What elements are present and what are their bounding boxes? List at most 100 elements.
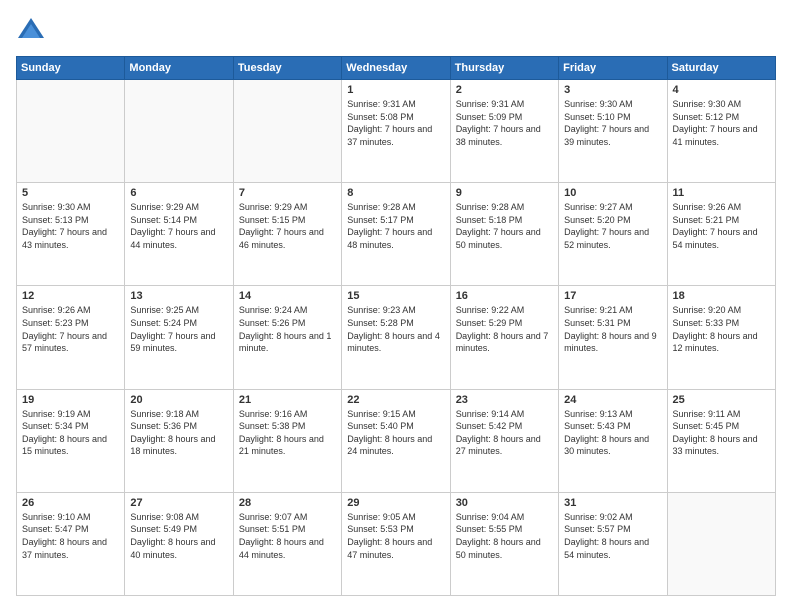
day-number: 7	[239, 187, 336, 199]
day-number: 30	[456, 497, 553, 509]
day-number: 10	[564, 187, 661, 199]
calendar-cell: 4 Sunrise: 9:30 AM Sunset: 5:12 PM Daylig…	[667, 80, 775, 183]
calendar-week-5: 26 Sunrise: 9:10 AM Sunset: 5:47 PM Dayli…	[17, 492, 776, 595]
day-number: 21	[239, 394, 336, 406]
calendar-cell: 25 Sunrise: 9:11 AM Sunset: 5:45 PM Dayli…	[667, 389, 775, 492]
calendar-cell: 7 Sunrise: 9:29 AM Sunset: 5:15 PM Daylig…	[233, 183, 341, 286]
calendar-cell: 21 Sunrise: 9:16 AM Sunset: 5:38 PM Dayli…	[233, 389, 341, 492]
day-number: 27	[130, 497, 227, 509]
day-number: 22	[347, 394, 444, 406]
day-info: Sunrise: 9:15 AM Sunset: 5:40 PM Dayligh…	[347, 408, 444, 458]
day-number: 20	[130, 394, 227, 406]
day-number: 25	[673, 394, 770, 406]
day-info: Sunrise: 9:30 AM Sunset: 5:12 PM Dayligh…	[673, 98, 770, 148]
calendar-cell: 27 Sunrise: 9:08 AM Sunset: 5:49 PM Dayli…	[125, 492, 233, 595]
day-info: Sunrise: 9:19 AM Sunset: 5:34 PM Dayligh…	[22, 408, 119, 458]
calendar-cell: 5 Sunrise: 9:30 AM Sunset: 5:13 PM Daylig…	[17, 183, 125, 286]
day-info: Sunrise: 9:26 AM Sunset: 5:23 PM Dayligh…	[22, 304, 119, 354]
day-number: 14	[239, 290, 336, 302]
day-info: Sunrise: 9:26 AM Sunset: 5:21 PM Dayligh…	[673, 201, 770, 251]
day-number: 2	[456, 84, 553, 96]
calendar-cell: 22 Sunrise: 9:15 AM Sunset: 5:40 PM Dayli…	[342, 389, 450, 492]
day-info: Sunrise: 9:16 AM Sunset: 5:38 PM Dayligh…	[239, 408, 336, 458]
calendar-cell: 3Sunrise: 9:30 AM Sunset: 5:10 PM Daylig…	[559, 80, 667, 183]
day-info: Sunrise: 9:18 AM Sunset: 5:36 PM Dayligh…	[130, 408, 227, 458]
calendar-week-1: 1 Sunrise: 9:31 AM Sunset: 5:08 PM Daylig…	[17, 80, 776, 183]
weekday-header-tuesday: Tuesday	[233, 57, 341, 80]
day-info: Sunrise: 9:04 AM Sunset: 5:55 PM Dayligh…	[456, 511, 553, 561]
day-number: 13	[130, 290, 227, 302]
day-number: 28	[239, 497, 336, 509]
calendar-cell: 20 Sunrise: 9:18 AM Sunset: 5:36 PM Dayli…	[125, 389, 233, 492]
day-number: 15	[347, 290, 444, 302]
day-number: 11	[673, 187, 770, 199]
day-number: 6	[130, 187, 227, 199]
calendar-cell: 26 Sunrise: 9:10 AM Sunset: 5:47 PM Dayli…	[17, 492, 125, 595]
calendar-cell: 30 Sunrise: 9:04 AM Sunset: 5:55 PM Dayli…	[450, 492, 558, 595]
day-number: 12	[22, 290, 119, 302]
day-info: Sunrise: 9:08 AM Sunset: 5:49 PM Dayligh…	[130, 511, 227, 561]
weekday-header-saturday: Saturday	[667, 57, 775, 80]
calendar-cell: 28 Sunrise: 9:07 AM Sunset: 5:51 PM Dayli…	[233, 492, 341, 595]
day-info: Sunrise: 9:31 AM Sunset: 5:09 PM Dayligh…	[456, 98, 553, 148]
day-number: 5	[22, 187, 119, 199]
day-info: Sunrise: 9:21 AM Sunset: 5:31 PM Dayligh…	[564, 304, 661, 354]
day-info: Sunrise: 9:27 AM Sunset: 5:20 PM Dayligh…	[564, 201, 661, 251]
weekday-header-row: SundayMondayTuesdayWednesdayThursdayFrid…	[17, 57, 776, 80]
day-info: Sunrise: 9:20 AM Sunset: 5:33 PM Dayligh…	[673, 304, 770, 354]
day-number: 18	[673, 290, 770, 302]
calendar-cell: 1 Sunrise: 9:31 AM Sunset: 5:08 PM Daylig…	[342, 80, 450, 183]
day-info: Sunrise: 9:11 AM Sunset: 5:45 PM Dayligh…	[673, 408, 770, 458]
day-info: Sunrise: 9:07 AM Sunset: 5:51 PM Dayligh…	[239, 511, 336, 561]
day-info: Sunrise: 9:29 AM Sunset: 5:15 PM Dayligh…	[239, 201, 336, 251]
weekday-header-wednesday: Wednesday	[342, 57, 450, 80]
day-number: 1	[347, 84, 444, 96]
day-info: Sunrise: 9:30 AM Sunset: 5:10 PM Dayligh…	[564, 98, 661, 148]
day-info: Sunrise: 9:30 AM Sunset: 5:13 PM Dayligh…	[22, 201, 119, 251]
day-info: Sunrise: 9:31 AM Sunset: 5:08 PM Dayligh…	[347, 98, 444, 148]
day-number: 17	[564, 290, 661, 302]
calendar-cell: 9Sunrise: 9:28 AM Sunset: 5:18 PM Daylig…	[450, 183, 558, 286]
header	[16, 16, 776, 46]
calendar-cell: 2 Sunrise: 9:31 AM Sunset: 5:09 PM Daylig…	[450, 80, 558, 183]
calendar-cell: 10 Sunrise: 9:27 AM Sunset: 5:20 PM Dayli…	[559, 183, 667, 286]
day-info: Sunrise: 9:05 AM Sunset: 5:53 PM Dayligh…	[347, 511, 444, 561]
weekday-header-monday: Monday	[125, 57, 233, 80]
calendar-cell: 18 Sunrise: 9:20 AM Sunset: 5:33 PM Dayli…	[667, 286, 775, 389]
calendar-cell: 19 Sunrise: 9:19 AM Sunset: 5:34 PM Dayli…	[17, 389, 125, 492]
calendar-cell: 31 Sunrise: 9:02 AM Sunset: 5:57 PM Dayli…	[559, 492, 667, 595]
calendar-cell	[17, 80, 125, 183]
day-number: 9	[456, 187, 553, 199]
day-info: Sunrise: 9:24 AM Sunset: 5:26 PM Dayligh…	[239, 304, 336, 354]
calendar-week-4: 19 Sunrise: 9:19 AM Sunset: 5:34 PM Dayli…	[17, 389, 776, 492]
calendar-week-2: 5 Sunrise: 9:30 AM Sunset: 5:13 PM Daylig…	[17, 183, 776, 286]
day-number: 23	[456, 394, 553, 406]
logo-icon	[16, 16, 46, 46]
calendar-cell: 17 Sunrise: 9:21 AM Sunset: 5:31 PM Dayli…	[559, 286, 667, 389]
day-number: 26	[22, 497, 119, 509]
day-number: 31	[564, 497, 661, 509]
calendar-cell: 23 Sunrise: 9:14 AM Sunset: 5:42 PM Dayli…	[450, 389, 558, 492]
day-number: 4	[673, 84, 770, 96]
day-number: 29	[347, 497, 444, 509]
weekday-header-thursday: Thursday	[450, 57, 558, 80]
day-info: Sunrise: 9:10 AM Sunset: 5:47 PM Dayligh…	[22, 511, 119, 561]
calendar-cell: 11 Sunrise: 9:26 AM Sunset: 5:21 PM Dayli…	[667, 183, 775, 286]
calendar-cell	[667, 492, 775, 595]
day-number: 19	[22, 394, 119, 406]
day-info: Sunrise: 9:23 AM Sunset: 5:28 PM Dayligh…	[347, 304, 444, 354]
day-info: Sunrise: 9:14 AM Sunset: 5:42 PM Dayligh…	[456, 408, 553, 458]
calendar-cell	[125, 80, 233, 183]
calendar-cell	[233, 80, 341, 183]
calendar-cell: 12 Sunrise: 9:26 AM Sunset: 5:23 PM Dayli…	[17, 286, 125, 389]
day-info: Sunrise: 9:02 AM Sunset: 5:57 PM Dayligh…	[564, 511, 661, 561]
calendar-cell: 13Sunrise: 9:25 AM Sunset: 5:24 PM Dayli…	[125, 286, 233, 389]
weekday-header-friday: Friday	[559, 57, 667, 80]
calendar-header: SundayMondayTuesdayWednesdayThursdayFrid…	[17, 57, 776, 80]
day-number: 24	[564, 394, 661, 406]
day-info: Sunrise: 9:28 AM Sunset: 5:17 PM Dayligh…	[347, 201, 444, 251]
calendar-cell: 24Sunrise: 9:13 AM Sunset: 5:43 PM Dayli…	[559, 389, 667, 492]
day-info: Sunrise: 9:22 AM Sunset: 5:29 PM Dayligh…	[456, 304, 553, 354]
calendar-cell: 6Sunrise: 9:29 AM Sunset: 5:14 PM Daylig…	[125, 183, 233, 286]
day-number: 16	[456, 290, 553, 302]
